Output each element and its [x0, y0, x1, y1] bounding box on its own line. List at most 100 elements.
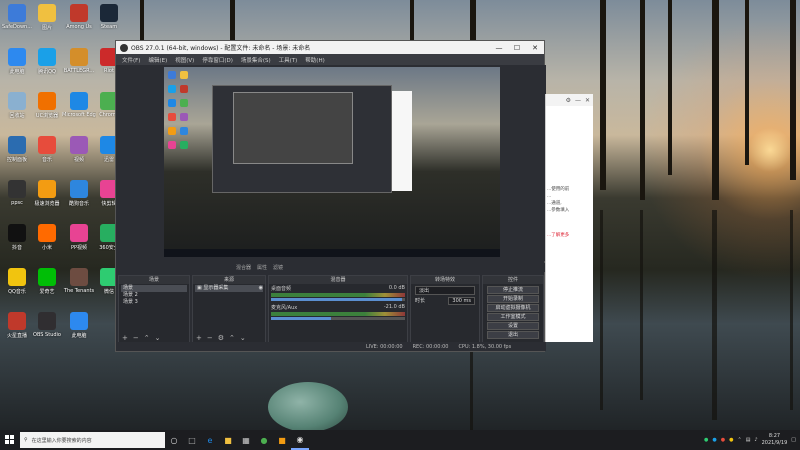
desktop-shortcut[interactable]: Steam	[92, 4, 126, 30]
menu-scene-collection[interactable]: 场景集合(S)	[241, 56, 271, 64]
start-button[interactable]	[0, 430, 20, 450]
tree	[600, 0, 606, 190]
menu-edit[interactable]: 编辑(E)	[148, 56, 167, 64]
clock[interactable]: 8:27 2021/9/19	[762, 433, 788, 447]
obs-window[interactable]: OBS 27.0.1 (64-bit, windows) - 配置文件: 未命名…	[115, 40, 546, 352]
chrome-icon[interactable]: ●	[255, 430, 273, 450]
desktop-shortcut[interactable]: 酷狗音乐	[62, 180, 96, 207]
preview-canvas[interactable]	[164, 67, 500, 257]
stop-streaming-button[interactable]: 停止推流	[487, 286, 539, 294]
tray-app-icon[interactable]: ●	[729, 437, 733, 443]
mini-desktop-icon	[180, 85, 188, 93]
maximize-icon[interactable]: ☐	[508, 44, 526, 52]
add-scene-icon[interactable]: +	[122, 334, 128, 342]
scene-item[interactable]: 场景 2	[121, 292, 187, 299]
transition-select[interactable]: 淡出	[415, 286, 475, 295]
minimize-icon[interactable]: —	[490, 44, 508, 52]
desktop-shortcut[interactable]: BATTLEGR...	[62, 48, 96, 74]
app-icon	[70, 92, 88, 110]
shortcut-label: 视频	[73, 157, 84, 163]
settings-icon[interactable]: ⚙	[218, 334, 224, 342]
desktop-shortcut[interactable]: 回收站	[0, 92, 34, 119]
desktop-shortcut[interactable]: UC浏览器	[30, 92, 64, 119]
volume-slider[interactable]	[271, 317, 405, 320]
settings-button[interactable]: 设置	[487, 322, 539, 330]
tab-properties[interactable]: 属性	[257, 264, 267, 271]
obs-taskbar-icon[interactable]: ◉	[291, 430, 309, 450]
duration-input[interactable]: 300 ms	[448, 297, 475, 305]
network-icon[interactable]: ▤	[746, 437, 751, 443]
volume-slider[interactable]	[271, 298, 405, 301]
scene-item[interactable]: 场景 3	[121, 299, 187, 306]
menu-file[interactable]: 文件(F)	[122, 56, 140, 64]
tab-mixer[interactable]: 混合器	[236, 264, 251, 271]
move-down-icon[interactable]: ⌄	[155, 334, 161, 342]
exit-button[interactable]: 退出	[487, 331, 539, 339]
close-icon[interactable]: ✕	[585, 97, 590, 104]
side-text: ...参数填入	[547, 208, 570, 213]
desktop-shortcut[interactable]: PP视频	[62, 224, 96, 251]
desktop-icon[interactable]: □	[183, 430, 201, 450]
taskbar-search[interactable]: ⚲ 在这里输入你要搜索的内容	[20, 432, 165, 448]
source-item[interactable]: ▣ 显示器采集 ◉	[195, 285, 263, 292]
chevron-up-icon[interactable]: ⌃	[737, 437, 741, 443]
desktop-shortcut[interactable]: Microsoft Edge	[62, 92, 96, 118]
desktop-shortcut[interactable]: 图片	[30, 4, 64, 31]
desktop-shortcut[interactable]: The Tenants	[62, 268, 96, 294]
eye-icon[interactable]: ◉	[259, 285, 263, 292]
remove-scene-icon[interactable]: −	[133, 334, 139, 342]
menu-view[interactable]: 视图(V)	[175, 56, 194, 64]
desktop-shortcut[interactable]: 音乐	[30, 136, 64, 163]
desktop-shortcut[interactable]: 抖音	[0, 224, 34, 251]
start-recording-button[interactable]: 开始录制	[487, 295, 539, 303]
desktop-shortcut[interactable]: 控制面板	[0, 136, 34, 163]
volume-icon[interactable]: ♪	[754, 437, 757, 443]
shortcut-label: 此电脑	[71, 333, 87, 339]
shortcut-label: 火星直播	[6, 333, 27, 339]
move-down-icon[interactable]: ⌄	[240, 334, 246, 342]
tree	[745, 0, 749, 165]
desktop-shortcut[interactable]: 腾讯QQ	[30, 48, 64, 75]
desktop-shortcut[interactable]: OBS Studio	[30, 312, 64, 338]
store-icon[interactable]: ▦	[237, 430, 255, 450]
desktop-shortcut[interactable]: 极速浏览器	[30, 180, 64, 207]
rec-status: REC: 00:00:00	[412, 343, 449, 350]
shortcut-label: UC浏览器	[35, 113, 59, 119]
edge-icon[interactable]: e	[201, 430, 219, 450]
notification-icon[interactable]: □	[791, 437, 796, 443]
app-icon[interactable]: ■	[273, 430, 291, 450]
tab-filters[interactable]: 滤镜	[273, 264, 283, 271]
desktop-shortcut[interactable]: 此电脑	[0, 48, 34, 75]
add-source-icon[interactable]: +	[196, 334, 202, 342]
learn-more-link[interactable]: ...了解更多	[546, 232, 593, 239]
task-view-icon[interactable]: ○	[165, 430, 183, 450]
desktop-shortcut[interactable]: 此电脑	[62, 312, 96, 339]
tray-app-icon[interactable]: ●	[712, 437, 716, 443]
remove-source-icon[interactable]: −	[207, 334, 213, 342]
preview-area[interactable]	[116, 65, 546, 261]
desktop-shortcut[interactable]: ppsc	[0, 180, 34, 206]
studio-mode-button[interactable]: 工作室模式	[487, 313, 539, 321]
move-up-icon[interactable]: ⌃	[144, 334, 150, 342]
desktop-shortcut[interactable]: Among Us	[62, 4, 96, 30]
virtual-camera-button[interactable]: 启动虚拟摄像机	[487, 304, 539, 312]
explorer-icon[interactable]: ■	[219, 430, 237, 450]
desktop-shortcut[interactable]: SafeDown...	[0, 4, 34, 30]
scene-item[interactable]: 场景	[121, 285, 187, 292]
desktop-shortcut[interactable]: 火星直播	[0, 312, 34, 339]
close-icon[interactable]: ✕	[526, 44, 544, 52]
menu-docks[interactable]: 停靠窗口(D)	[202, 56, 233, 64]
obs-titlebar[interactable]: OBS 27.0.1 (64-bit, windows) - 配置文件: 未命名…	[116, 41, 544, 54]
desktop-shortcut[interactable]: 视频	[62, 136, 96, 163]
tray-app-icon[interactable]: ●	[721, 437, 725, 443]
side-window[interactable]: ⚙ — ✕ ...使用的前 ... ...通道, ...参数填入 ...了解更多	[545, 94, 593, 342]
minimize-icon[interactable]: —	[575, 97, 581, 104]
tray-app-icon[interactable]: ●	[704, 437, 708, 443]
menu-help[interactable]: 帮助(H)	[305, 56, 324, 64]
menu-tools[interactable]: 工具(T)	[279, 56, 298, 64]
desktop-shortcut[interactable]: QQ音乐	[0, 268, 34, 295]
desktop-shortcut[interactable]: 爱奇艺	[30, 268, 64, 295]
desktop-shortcut[interactable]: 小米	[30, 224, 64, 251]
gear-icon[interactable]: ⚙	[566, 97, 571, 104]
move-up-icon[interactable]: ⌃	[229, 334, 235, 342]
